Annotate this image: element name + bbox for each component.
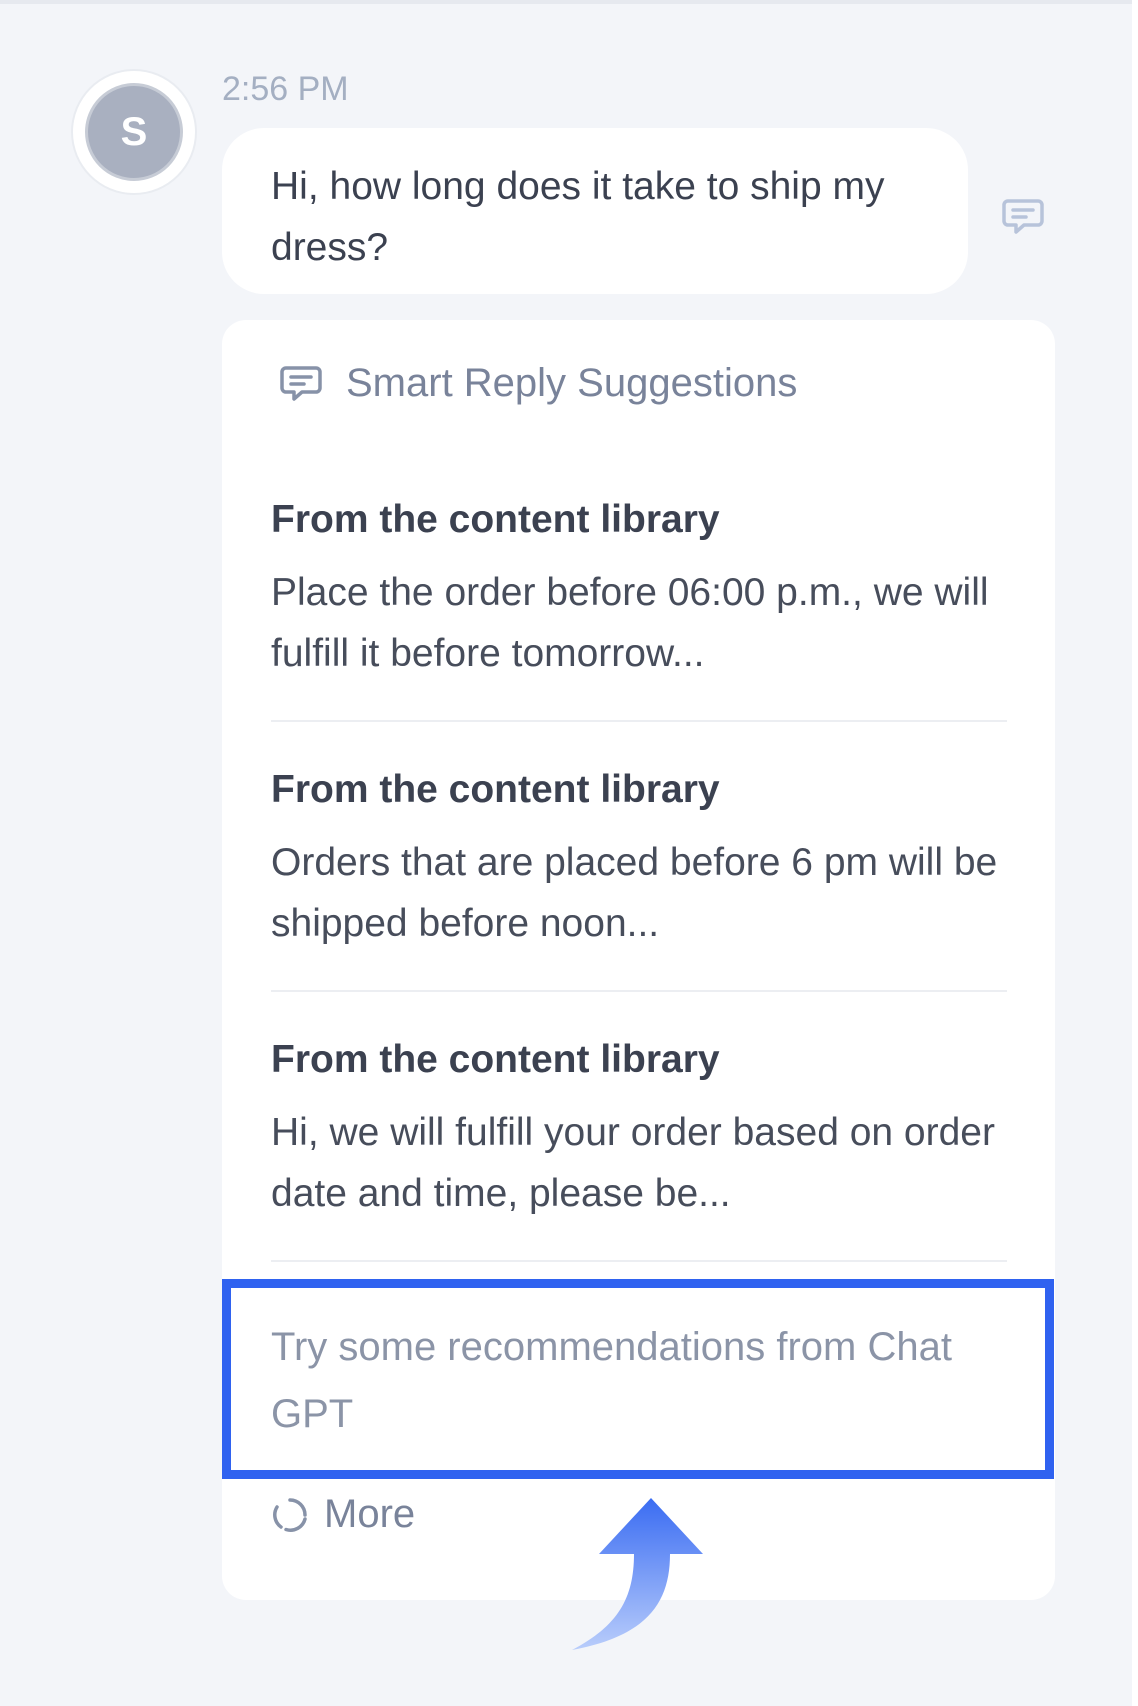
smart-reply-header: Smart Reply Suggestions xyxy=(278,360,797,406)
chat-bubble-lines-icon xyxy=(280,366,322,401)
suggestion-item[interactable]: From the content library Hi, we will ful… xyxy=(271,1036,1007,1224)
message-timestamp: 2:56 PM xyxy=(222,70,349,108)
customer-message-text: Hi, how long does it take to ship my dre… xyxy=(271,165,885,269)
suggestion-source: From the content library xyxy=(271,498,720,541)
suggestion-source: From the content library xyxy=(271,768,720,811)
top-divider xyxy=(0,0,1132,4)
pointer-arrow-icon xyxy=(572,1498,703,1650)
suggestion-divider xyxy=(271,1260,1007,1262)
suggestion-item[interactable]: From the content library Place the order… xyxy=(271,496,1007,684)
refresh-icon xyxy=(273,1497,307,1532)
customer-message-bubble: Hi, how long does it take to ship my dre… xyxy=(222,128,968,294)
more-label: More xyxy=(324,1492,416,1536)
suggestion-source: From the content library xyxy=(271,1038,720,1081)
suggestion-text: Place the order before 06:00 p.m., we wi… xyxy=(271,571,989,675)
suggestion-divider xyxy=(271,990,1007,992)
chat-gpt-recommendations-button[interactable]: Try some recommendations from Chat GPT xyxy=(222,1279,1054,1479)
suggestion-divider xyxy=(271,720,1007,722)
chat-bubble-lines-icon[interactable] xyxy=(1000,193,1046,239)
more-button[interactable]: More xyxy=(270,1492,415,1537)
suggestion-text: Orders that are placed before 6 pm will … xyxy=(271,841,998,945)
right-edge xyxy=(1132,0,1138,1706)
avatar-initial: S xyxy=(85,83,183,181)
suggestion-item[interactable]: From the content library Orders that are… xyxy=(271,766,1007,954)
chat-gpt-prompt-text: Try some recommendations from Chat GPT xyxy=(271,1325,952,1436)
avatar[interactable]: S xyxy=(73,71,195,193)
suggestion-text: Hi, we will fulfill your order based on … xyxy=(271,1111,995,1215)
smart-reply-title: Smart Reply Suggestions xyxy=(346,360,798,405)
